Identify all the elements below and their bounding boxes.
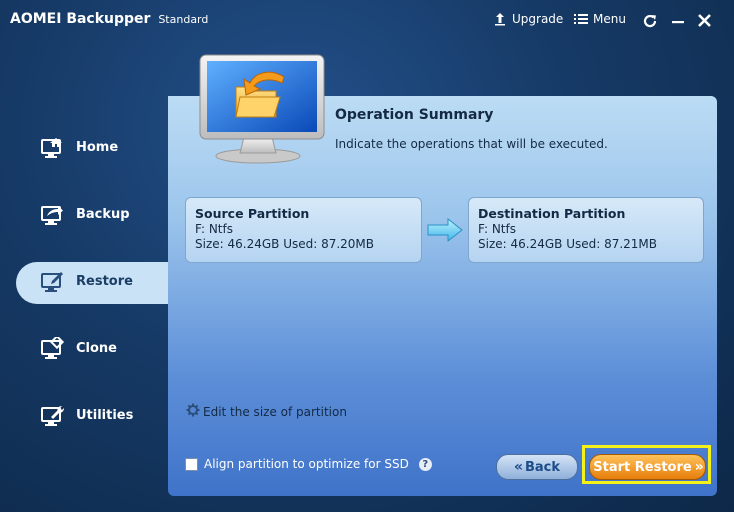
arrow-right-icon xyxy=(426,217,464,247)
help-icon[interactable]: ? xyxy=(418,457,432,471)
edit-partition-size-label: Edit the size of partition xyxy=(203,404,347,419)
clone-icon xyxy=(40,334,66,363)
align-ssd-label: Align partition to optimize for SSD xyxy=(204,457,409,471)
close-button[interactable] xyxy=(697,13,712,28)
page-description: Indicate the operations that will be exe… xyxy=(335,137,608,151)
upgrade-label: Upgrade xyxy=(512,12,564,26)
menu-icon xyxy=(574,13,588,25)
minimize-button[interactable] xyxy=(671,13,685,29)
destination-partition-title: Destination Partition xyxy=(478,206,626,221)
backup-icon xyxy=(40,203,66,229)
back-button[interactable]: « Back xyxy=(496,454,578,480)
source-partition-card: Source Partition F: Ntfs Size: 46.24GB U… xyxy=(185,197,422,263)
app-title: AOMEI Backupper Standard xyxy=(10,11,208,27)
page-title: Operation Summary xyxy=(335,107,494,123)
app-edition: Standard xyxy=(158,13,209,26)
title-bar: AOMEI Backupper Standard Upgrade Menu xyxy=(0,0,734,40)
menu-label: Menu xyxy=(593,12,626,26)
chevron-left-icon: « xyxy=(513,459,523,475)
source-partition-title: Source Partition xyxy=(195,206,310,221)
home-icon xyxy=(40,136,66,162)
upgrade-button[interactable]: Upgrade xyxy=(493,12,563,26)
start-restore-label: Start Restore xyxy=(593,459,692,475)
source-partition-filesystem: F: Ntfs xyxy=(195,222,233,236)
utilities-icon xyxy=(40,404,66,430)
destination-partition-card: Destination Partition F: Ntfs Size: 46.2… xyxy=(468,197,704,263)
sidebar-item-label: Restore xyxy=(76,274,133,289)
align-ssd-checkbox[interactable] xyxy=(185,457,198,471)
sidebar-item-utilities[interactable]: Utilities xyxy=(16,396,170,438)
sidebar-item-label: Backup xyxy=(76,207,130,222)
align-ssd-option: Align partition to optimize for SSD ? xyxy=(185,457,432,471)
destination-partition-filesystem: F: Ntfs xyxy=(478,222,516,236)
destination-partition-size: Size: 46.24GB Used: 87.21MB xyxy=(478,237,658,251)
back-button-label: Back xyxy=(525,459,561,475)
sidebar-item-label: Clone xyxy=(76,341,117,356)
chevron-right-icon: » xyxy=(694,459,704,475)
sidebar-item-restore[interactable]: Restore xyxy=(16,262,170,304)
restore-icon xyxy=(40,270,66,296)
sidebar-item-label: Utilities xyxy=(76,408,134,423)
close-icon xyxy=(697,13,712,28)
source-partition-size: Size: 46.24GB Used: 87.20MB xyxy=(195,237,375,251)
refresh-icon xyxy=(642,13,658,29)
edit-partition-size-link[interactable]: Edit the size of partition xyxy=(186,403,347,420)
start-restore-button[interactable]: Start Restore » xyxy=(589,454,706,480)
sidebar-item-clone[interactable]: Clone xyxy=(16,329,170,371)
restore-monitor-illustration xyxy=(196,53,330,165)
sidebar-item-home[interactable]: Home xyxy=(16,128,170,170)
refresh-button[interactable] xyxy=(642,13,658,29)
app-name: AOMEI Backupper xyxy=(10,11,151,27)
upgrade-icon xyxy=(493,12,507,26)
sidebar-item-backup[interactable]: Backup xyxy=(16,195,170,237)
menu-button[interactable]: Menu xyxy=(574,12,626,26)
gear-icon xyxy=(186,403,200,420)
sidebar-item-label: Home xyxy=(76,140,119,155)
minimize-icon xyxy=(671,13,685,29)
